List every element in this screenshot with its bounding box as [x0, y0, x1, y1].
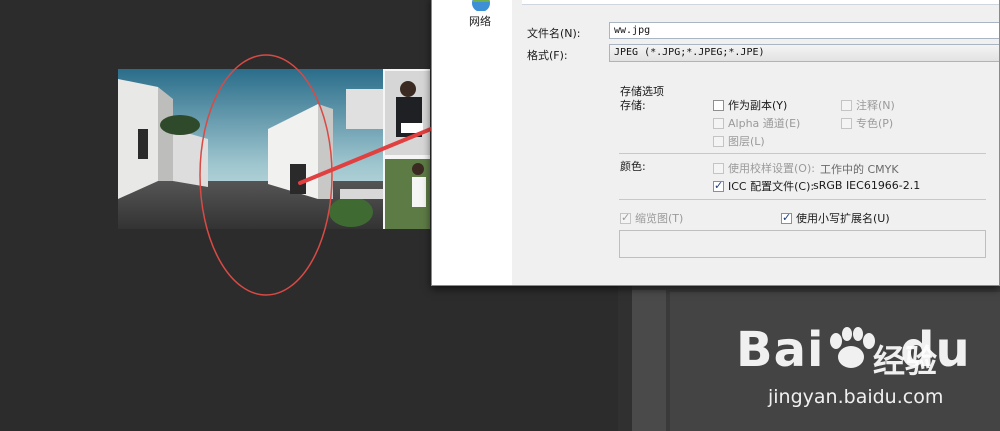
color-separator — [619, 199, 986, 200]
checkbox-box[interactable] — [713, 179, 724, 192]
filename-label: 文件名(N): — [527, 27, 581, 40]
sidebar-item-network[interactable]: 网络 — [469, 13, 491, 29]
color-label: 颜色: — [620, 160, 646, 173]
as-copy-checkbox[interactable]: 作为副本(Y) — [713, 97, 787, 113]
spot-label: 专色(P) — [856, 117, 894, 130]
filename-input[interactable]: ww.jpg — [609, 22, 999, 39]
notes-checkbox[interactable]: 注释(N) — [841, 97, 895, 113]
network-icon[interactable] — [468, 0, 494, 11]
checkbox-box[interactable] — [841, 99, 852, 111]
save-as-dialog: 网络 文件名(N): ww.jpg 格式(F): JPEG (*.JPG;*.J… — [431, 0, 1000, 286]
proof-value: 工作中的 CMYK — [820, 163, 899, 176]
dock-column — [632, 290, 666, 431]
checkbox-box[interactable] — [781, 211, 792, 224]
proof-label: 使用校样设置(O): — [728, 162, 815, 175]
checkbox-box[interactable] — [620, 211, 631, 224]
proof-checkbox[interactable]: 使用校样设置(O): — [713, 160, 815, 176]
layers-checkbox[interactable]: 图层(L) — [713, 133, 765, 149]
architecture-photo — [118, 69, 430, 229]
checkbox-box[interactable] — [713, 99, 724, 111]
alpha-label: Alpha 通道(E) — [728, 117, 801, 130]
layers-label: 图层(L) — [728, 135, 765, 148]
options-separator — [619, 153, 986, 154]
notes-label: 注释(N) — [856, 99, 895, 112]
thumbnail-label: 缩览图(T) — [635, 212, 684, 225]
document-image — [118, 69, 430, 229]
alpha-checkbox[interactable]: Alpha 通道(E) — [713, 115, 800, 131]
lowercase-ext-checkbox[interactable]: 使用小写扩展名(U) — [781, 210, 890, 226]
thumbnail-checkbox[interactable]: 缩览图(T) — [620, 210, 683, 226]
checkbox-box[interactable] — [713, 162, 724, 174]
icc-label: ICC 配置文件(C): — [728, 180, 815, 193]
panel-dock — [618, 270, 1000, 431]
format-select[interactable]: JPEG (*.JPG;*.JPEG;*.JPE) — [609, 44, 999, 62]
dialog-sidebar: 网络 — [432, 0, 512, 285]
checkbox-box[interactable] — [841, 117, 852, 129]
icc-checkbox[interactable]: ICC 配置文件(C): — [713, 178, 814, 194]
checkbox-box[interactable] — [713, 117, 724, 129]
as-copy-label: 作为副本(Y) — [728, 99, 788, 112]
icc-value: sRGB IEC61966-2.1 — [813, 179, 921, 192]
warning-area — [619, 230, 986, 258]
dock-panel — [670, 292, 1000, 431]
save-label: 存储: — [620, 99, 646, 112]
dock-edge — [618, 270, 632, 431]
format-label: 格式(F): — [527, 49, 568, 62]
lowercase-ext-label: 使用小写扩展名(U) — [796, 212, 890, 225]
spot-checkbox[interactable]: 专色(P) — [841, 115, 893, 131]
dialog-top-strip — [522, 0, 999, 5]
checkbox-box[interactable] — [713, 135, 724, 147]
